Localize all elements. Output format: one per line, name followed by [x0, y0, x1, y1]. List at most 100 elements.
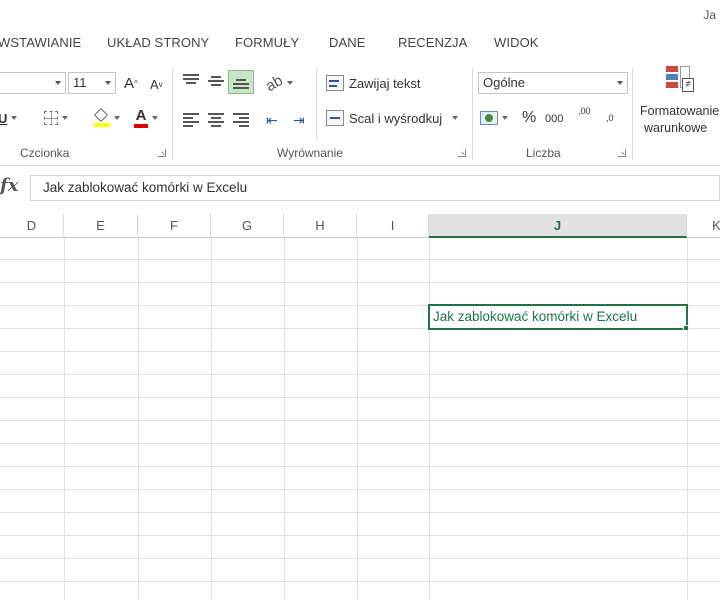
- column-header-h[interactable]: H: [284, 214, 357, 238]
- column-header-g[interactable]: G: [211, 214, 284, 238]
- column-headers: D E F G H I J K: [0, 214, 720, 238]
- column-header-j[interactable]: J: [429, 214, 687, 238]
- grow-font-icon: A: [124, 74, 135, 92]
- percent-style-button[interactable]: %: [522, 107, 536, 129]
- active-cell-j[interactable]: Jak zablokować komórki w Excelu: [428, 304, 688, 330]
- accounting-format-icon: [480, 111, 498, 125]
- borders-icon: [44, 111, 58, 125]
- formula-bar: fx Jak zablokować komórki w Excelu: [0, 172, 720, 204]
- align-right-icon[interactable]: [233, 113, 249, 127]
- chevron-down-icon: [62, 116, 68, 120]
- conditional-formatting-button[interactable]: ≠ Formatowanie warunkowe: [636, 66, 720, 140]
- merge-center-label: Scal i wyśrodkuj: [349, 110, 443, 126]
- chevron-down-icon: [286, 81, 293, 85]
- tab-review[interactable]: RECENZJA: [398, 35, 467, 50]
- comma-style-button[interactable]: 000: [545, 108, 563, 130]
- increase-indent-button[interactable]: ⇥: [293, 109, 305, 131]
- column-header-d[interactable]: D: [0, 214, 64, 238]
- paint-bucket-icon: [93, 107, 110, 127]
- font-color-letter: A: [135, 107, 147, 124]
- group-divider: [632, 68, 633, 160]
- conditional-formatting-label-1: Formatowanie: [640, 104, 720, 118]
- group-divider: [472, 68, 473, 160]
- conditional-formatting-icon: ≠: [666, 66, 696, 96]
- number-group-label: Liczba: [526, 146, 561, 160]
- window-title: Ja: [703, 8, 716, 22]
- column-header-f[interactable]: F: [138, 214, 211, 238]
- wrap-text-icon: [326, 75, 344, 91]
- font-size-combo[interactable]: 11: [68, 72, 116, 94]
- column-header-i[interactable]: I: [357, 214, 429, 238]
- grid-row-line: [0, 466, 720, 467]
- align-top-icon[interactable]: [183, 74, 199, 86]
- group-divider: [316, 68, 317, 140]
- decrease-indent-icon: ⇤: [266, 111, 278, 128]
- grid-row-line: [0, 512, 720, 513]
- chevron-down-icon: [617, 81, 623, 85]
- column-header-k[interactable]: K: [687, 214, 720, 238]
- increase-decimal-button[interactable]: ,00: [578, 107, 591, 129]
- chevron-down-icon: [105, 81, 111, 85]
- grid-row-line: [0, 351, 720, 352]
- group-divider: [172, 68, 173, 160]
- grid-row-line: [0, 374, 720, 375]
- tab-data[interactable]: DANE: [329, 35, 366, 50]
- formula-input[interactable]: Jak zablokować komórki w Excelu: [30, 175, 720, 201]
- decrease-indent-button[interactable]: ⇤: [266, 109, 278, 131]
- merge-center-icon: [326, 110, 344, 126]
- align-center-icon[interactable]: [208, 113, 224, 127]
- increase-indent-icon: ⇥: [293, 111, 305, 128]
- borders-button[interactable]: [44, 107, 68, 129]
- grid-column-line: [284, 238, 285, 600]
- chevron-down-icon: [114, 116, 120, 120]
- number-format-combo[interactable]: Ogólne: [478, 72, 628, 94]
- grid-row-line: [0, 259, 720, 260]
- font-dialog-launcher-icon[interactable]: [158, 149, 166, 157]
- underline-button[interactable]: U: [0, 107, 18, 129]
- align-middle-icon[interactable]: [208, 76, 224, 88]
- grid-row-line: [0, 535, 720, 536]
- increase-decimal-icon: ,00: [578, 106, 591, 116]
- font-color-button[interactable]: A: [134, 107, 158, 129]
- font-group-label: Czcionka: [20, 146, 70, 160]
- fill-handle[interactable]: [683, 325, 689, 331]
- tab-insert[interactable]: WSTAWIANIE: [0, 35, 81, 50]
- decrease-decimal-button[interactable]: ,0: [606, 107, 614, 129]
- tab-page-layout[interactable]: UKŁAD STRONY: [107, 35, 209, 50]
- number-format-value: Ogólne: [483, 75, 525, 90]
- thousands-separator-icon: 000: [545, 113, 564, 125]
- grid-column-line: [64, 238, 65, 600]
- worksheet-grid[interactable]: [0, 238, 720, 600]
- ribbon-tab-bar: WSTAWIANIE UKŁAD STRONY FORMUŁY DANE REC…: [0, 0, 720, 62]
- accounting-format-button[interactable]: [480, 107, 508, 129]
- wrap-text-button[interactable]: Zawijaj tekst: [326, 72, 421, 94]
- align-bottom-button[interactable]: [228, 70, 254, 94]
- grid-row-line: [0, 420, 720, 421]
- wrap-text-label: Zawijaj tekst: [349, 75, 421, 91]
- font-size-value: 11: [73, 75, 87, 90]
- alignment-dialog-launcher-icon[interactable]: [458, 149, 466, 157]
- merge-center-button[interactable]: Scal i wyśrodkuj: [326, 107, 459, 129]
- grid-column-line: [211, 238, 212, 600]
- fill-color-button[interactable]: [93, 107, 120, 129]
- grid-row-line: [0, 558, 720, 559]
- font-name-combo[interactable]: [0, 72, 66, 94]
- chevron-down-icon: [502, 116, 508, 120]
- chevron-down-icon: [452, 116, 459, 120]
- shrink-font-button[interactable]: Av: [150, 73, 163, 95]
- number-dialog-launcher-icon[interactable]: [618, 149, 626, 157]
- grid-row-line: [0, 397, 720, 398]
- grid-row-line: [0, 489, 720, 490]
- percent-icon: %: [522, 109, 537, 126]
- insert-function-icon[interactable]: fx: [0, 175, 18, 196]
- align-left-icon[interactable]: [183, 113, 199, 127]
- grow-font-button[interactable]: A ^: [124, 72, 138, 94]
- tab-view[interactable]: WIDOK: [494, 35, 539, 50]
- tab-formulas[interactable]: FORMUŁY: [235, 35, 299, 50]
- column-header-e[interactable]: E: [64, 214, 138, 238]
- orientation-button[interactable]: ab: [263, 71, 293, 95]
- alignment-group-label: Wyrównanie: [277, 146, 343, 160]
- grid-column-line: [429, 238, 430, 600]
- grid-row-line: [0, 581, 720, 582]
- decrease-decimal-icon: ,0: [606, 113, 614, 123]
